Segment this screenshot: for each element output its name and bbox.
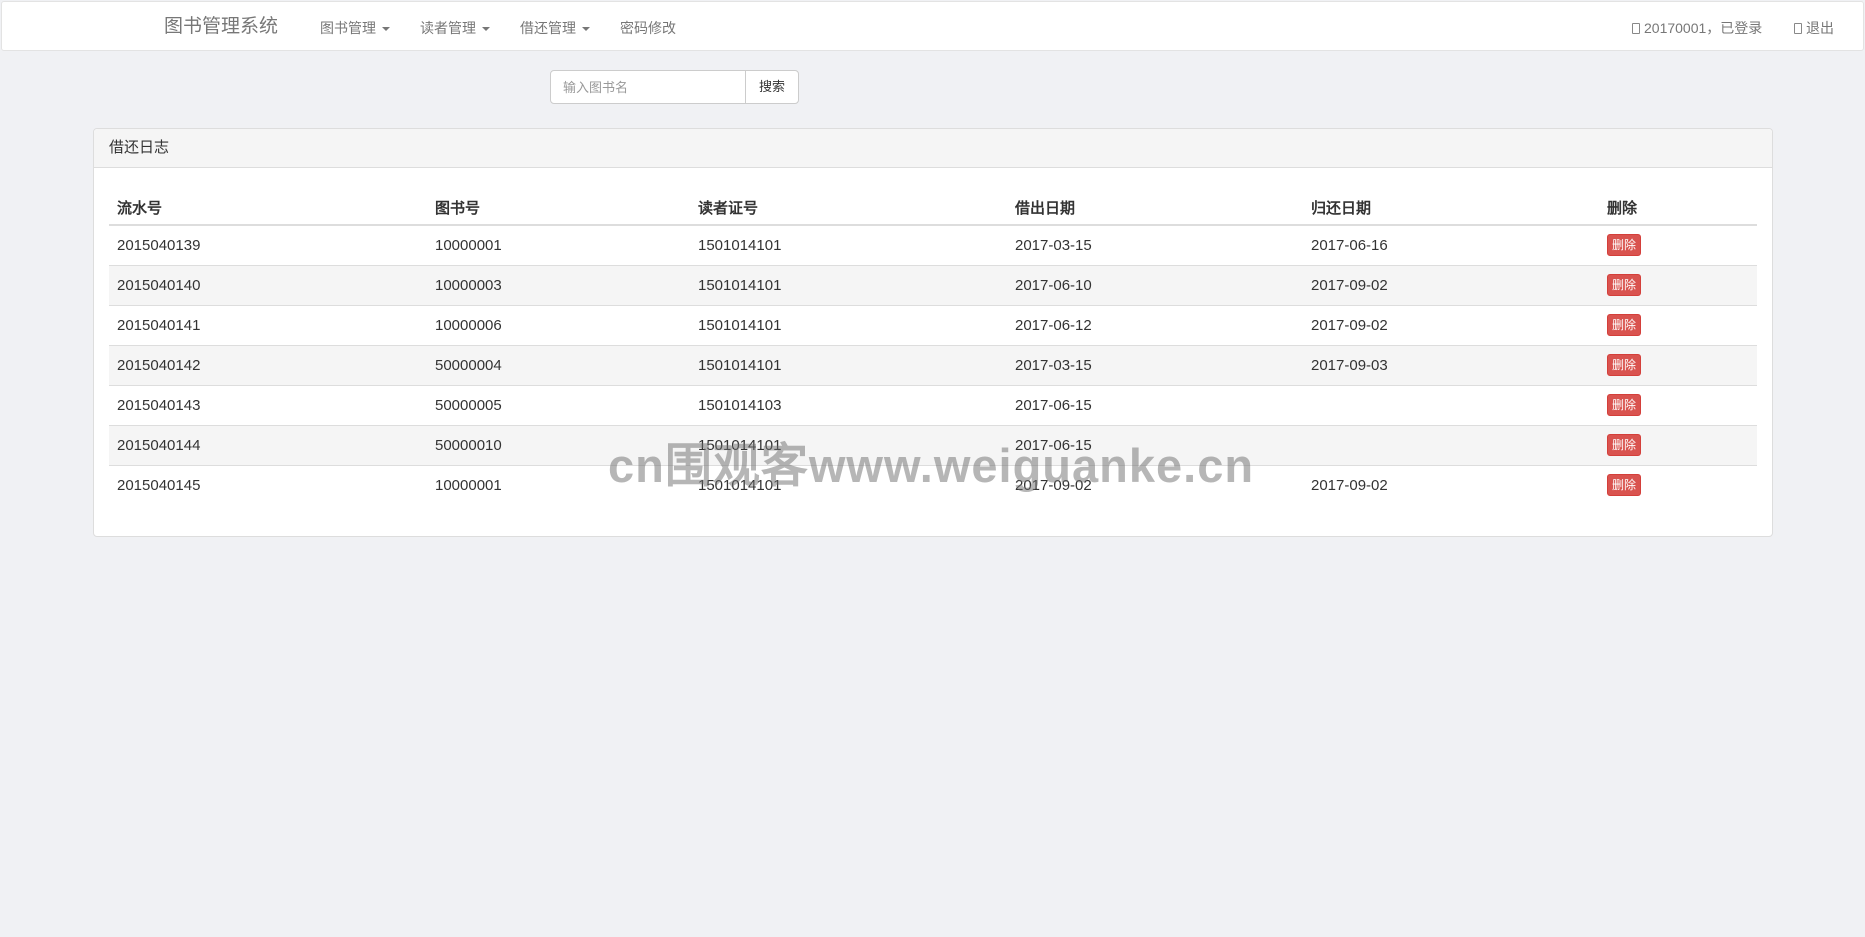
header-lend-date: 借出日期 [1007,183,1303,226]
cell-reader-id: 1501014101 [690,264,1007,305]
nav-reader-management-label: 读者管理 [420,20,476,36]
nav-password-change-label: 密码修改 [620,20,676,36]
delete-button[interactable]: 删除 [1607,434,1642,456]
table-header-row: 流水号 图书号 读者证号 借出日期 归还日期 删除 [109,183,1757,226]
table-row: 2015040139 10000001 1501014101 2017-03-1… [109,225,1757,265]
cell-lend-date: 2017-09-02 [1007,464,1303,505]
cell-book-id: 10000001 [435,236,502,254]
panel-body: 流水号 图书号 读者证号 借出日期 归还日期 删除 2015040139 100… [94,168,1772,520]
cell-book-id: 10000006 [427,304,690,345]
user-icon [1632,23,1640,34]
cell-delete: 删除 [1599,384,1757,425]
cell-delete: 删除 [1599,225,1757,265]
table-row: 2015040145 10000001 1501014101 2017-09-0… [109,464,1757,505]
cell-book-id: 10000003 [427,264,690,305]
brand-title[interactable]: 图书管理系统 [164,15,278,39]
cell-return-date [1303,424,1599,465]
cell-return-date: 2017-09-03 [1303,344,1599,385]
cell-lend-date: 2017-03-15 [1007,344,1303,385]
cell-book-id: 10000001 [427,464,690,505]
header-return-date: 归还日期 [1303,183,1599,226]
cell-reader-id: 1501014101 [690,424,1007,465]
delete-button[interactable]: 删除 [1607,314,1642,336]
search-input[interactable] [550,70,746,104]
cell-serial-number: 2015040139 [117,236,201,254]
cell-lend-date: 2017-06-15 [1007,424,1303,465]
delete-button[interactable]: 删除 [1607,474,1642,497]
cell-lend-date: 2017-06-15 [1007,384,1303,425]
cell-serial-number: 2015040144 [109,424,427,465]
cell-delete: 删除 [1599,264,1757,305]
delete-button[interactable]: 删除 [1607,354,1642,376]
header-reader-id: 读者证号 [690,183,1007,226]
cell-return-date: 2017-09-02 [1303,464,1599,505]
logout-label: 退出 [1806,20,1834,36]
cell-lend-date: 2017-06-10 [1007,264,1303,305]
cell-delete: 删除 [1599,464,1757,505]
top-navbar: 图书管理系统 图书管理 读者管理 借还管理 密码修改 20170001，已登录 … [1,1,1864,51]
cell-serial-number: 2015040140 [109,264,427,305]
cell-book-id: 50000004 [427,344,690,385]
cell-book-id: 50000010 [427,424,690,465]
caret-down-icon [582,27,590,32]
panel-title: 借还日志 [94,129,1772,168]
logout-icon [1794,23,1802,34]
table-row: 2015040144 50000010 1501014101 2017-06-1… [109,424,1757,465]
delete-button[interactable]: 删除 [1607,274,1642,296]
nav-user-status[interactable]: 20170001，已登录 [1632,18,1762,38]
cell-reader-id: 1501014101 [698,236,782,254]
search-button[interactable]: 搜索 [745,70,799,104]
table-row: 2015040142 50000004 1501014101 2017-03-1… [109,344,1757,385]
nav-lending-management-label: 借还管理 [520,20,576,36]
user-status-text: 20170001，已登录 [1644,20,1763,36]
cell-lend-date: 2017-03-15 [1015,236,1092,254]
cell-return-date: 2017-09-02 [1303,264,1599,305]
cell-return-date: 2017-09-02 [1303,304,1599,345]
table-row: 2015040143 50000005 1501014103 2017-06-1… [109,384,1757,425]
cell-serial-number: 2015040145 [109,464,427,505]
nav-lending-management[interactable]: 借还管理 [520,18,590,38]
nav-logout[interactable]: 退出 [1794,18,1834,38]
nav-reader-management[interactable]: 读者管理 [420,18,490,38]
delete-button[interactable]: 删除 [1607,234,1642,257]
cell-serial-number: 2015040143 [109,384,427,425]
header-serial-number: 流水号 [109,183,427,226]
cell-return-date: 2017-06-16 [1311,236,1388,254]
nav-book-management[interactable]: 图书管理 [320,18,390,38]
header-book-id: 图书号 [427,183,690,226]
table-row: 2015040140 10000003 1501014101 2017-06-1… [109,264,1757,305]
cell-delete: 删除 [1599,304,1757,345]
cell-delete: 删除 [1599,344,1757,385]
cell-lend-date: 2017-06-12 [1007,304,1303,345]
lending-log-panel: 借还日志 流水号 图书号 读者证号 借出日期 归还日期 删除 201504013… [93,128,1773,537]
cell-book-id: 50000005 [427,384,690,425]
cell-serial-number: 2015040142 [109,344,427,385]
lending-log-table: 流水号 图书号 读者证号 借出日期 归还日期 删除 2015040139 100… [109,183,1757,505]
cell-return-date [1303,384,1599,425]
cell-reader-id: 1501014103 [690,384,1007,425]
cell-reader-id: 1501014101 [690,464,1007,505]
delete-button[interactable]: 删除 [1607,394,1642,416]
cell-delete: 删除 [1599,424,1757,465]
cell-reader-id: 1501014101 [690,344,1007,385]
header-delete: 删除 [1599,183,1757,226]
cell-serial-number: 2015040141 [109,304,427,345]
caret-down-icon [382,27,390,32]
caret-down-icon [482,27,490,32]
cell-reader-id: 1501014101 [690,304,1007,345]
nav-book-management-label: 图书管理 [320,20,376,36]
nav-password-change[interactable]: 密码修改 [620,18,676,38]
table-row: 2015040141 10000006 1501014101 2017-06-1… [109,304,1757,345]
